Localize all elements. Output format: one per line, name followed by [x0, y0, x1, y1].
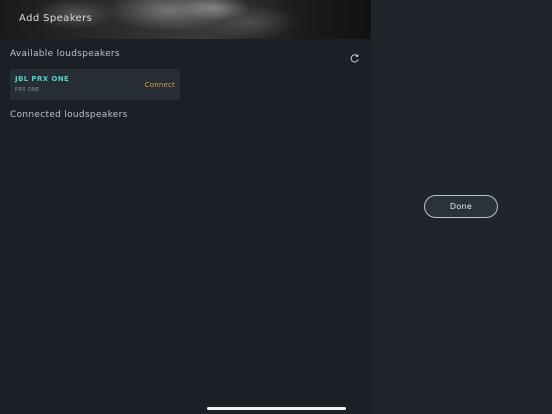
page-title: Add Speakers	[19, 13, 93, 24]
home-indicator[interactable]	[207, 407, 346, 410]
speaker-panel: Add Speakers Available loudspeakers JBL …	[0, 0, 371, 414]
device-model: PRX ONE	[15, 87, 40, 93]
device-card: JBL PRX ONE PRX ONE Connect	[10, 69, 180, 100]
connect-button[interactable]: Connect	[145, 81, 175, 89]
refresh-icon-glyph	[350, 54, 359, 63]
device-name: JBL PRX ONE	[15, 75, 70, 83]
connected-loudspeakers-heading: Connected loudspeakers	[10, 110, 128, 120]
refresh-icon[interactable]	[349, 49, 360, 63]
header-banner: Add Speakers	[0, 0, 371, 39]
done-button[interactable]: Done	[424, 195, 498, 218]
available-loudspeakers-heading: Available loudspeakers	[10, 49, 120, 59]
